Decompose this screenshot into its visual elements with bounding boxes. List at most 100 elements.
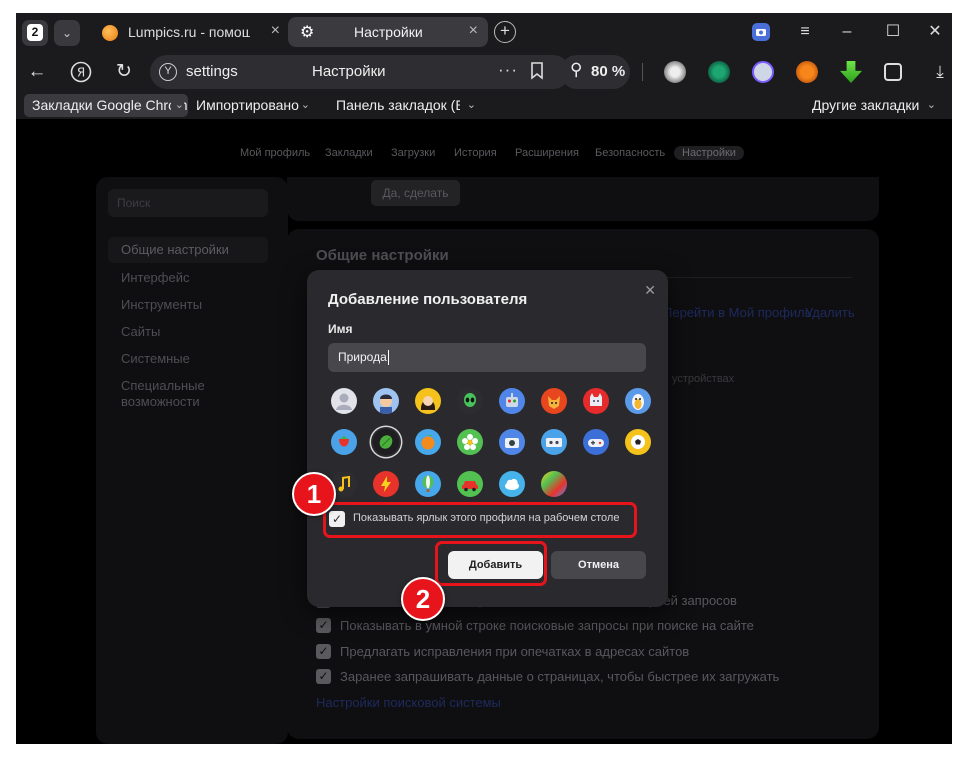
bookmark-folder-edge[interactable]: Панель закладок (Edge)⌄ (328, 94, 480, 117)
name-input[interactable]: Природа (328, 343, 646, 372)
download-helper-arrow-icon[interactable] (840, 61, 862, 83)
metamask-fox-icon[interactable] (796, 61, 818, 83)
alien-icon[interactable] (457, 388, 483, 414)
bookmark-label: Другие закладки (812, 97, 920, 113)
fox-icon[interactable] (541, 388, 567, 414)
bookmark-label: Импортировано (196, 97, 299, 113)
cassette-icon[interactable] (541, 429, 567, 455)
settings-search-input[interactable]: Поиск (108, 189, 268, 217)
yandex-y-icon: Y (159, 63, 177, 81)
extension-hourglass-icon[interactable] (752, 61, 774, 83)
checkbox-checked-icon[interactable]: ✓ (316, 644, 331, 659)
step-marker-2: 2 (401, 577, 445, 621)
name-label: Имя (328, 322, 353, 336)
boy-icon[interactable] (373, 388, 399, 414)
extension-green-sphere-icon[interactable] (708, 61, 730, 83)
orange-favicon-icon (102, 25, 118, 41)
downloads-icon[interactable]: ⤓ (926, 59, 952, 85)
bookmark-icon[interactable] (530, 62, 544, 80)
make-default-button[interactable]: Да, сделать (371, 180, 460, 206)
nav-settings[interactable]: Настройки (674, 146, 744, 160)
name-input-value: Природа (338, 350, 387, 364)
minimize-icon[interactable]: – (834, 20, 860, 44)
tab-settings[interactable]: ⚙ Настройки × (288, 17, 488, 47)
back-arrow-icon[interactable]: ← (23, 59, 51, 85)
nav-bookmarks[interactable]: Закладки (325, 147, 373, 159)
sidebar-item-general[interactable]: Общие настройки (108, 237, 268, 263)
tab-list-chevron-icon[interactable]: ⌄ (54, 20, 80, 46)
step-marker-1: 1 (292, 472, 336, 516)
tab-close-icon[interactable]: × (271, 22, 280, 40)
girl-icon[interactable] (415, 388, 441, 414)
user-silhouette-icon[interactable] (331, 388, 357, 414)
checkbox-checked-icon[interactable]: ✓ (316, 669, 331, 684)
settings-sidebar: Поиск Общие настройки Интерфейс Инструме… (96, 177, 288, 744)
close-window-icon[interactable]: ✕ (922, 20, 948, 44)
strawberry-icon[interactable] (331, 429, 357, 455)
menu-icon[interactable]: ≡ (792, 20, 818, 44)
yandex-logo-icon[interactable]: Я (67, 59, 95, 85)
lightning-icon[interactable] (373, 471, 399, 497)
sidebar-item-tools[interactable]: Инструменты (108, 297, 268, 313)
nav-my-profile[interactable]: Мой профиль (240, 147, 310, 159)
tab-close-icon[interactable]: × (469, 22, 478, 40)
robot-icon[interactable] (499, 388, 525, 414)
nav-extensions[interactable]: Расширения (515, 147, 579, 159)
extension-aperture-icon[interactable] (664, 61, 686, 83)
leaf-icon[interactable] (373, 429, 399, 455)
flower-icon[interactable] (457, 429, 483, 455)
bookmark-folder-imported[interactable]: Импортировано ⌄ (188, 94, 318, 117)
new-tab-plus-icon[interactable]: + (494, 21, 516, 43)
checkbox-checked-icon[interactable]: ✓ (316, 618, 331, 633)
sidebar-item-system[interactable]: Системные (108, 351, 268, 367)
option-label: Заранее запрашивать данные о страницах, … (340, 669, 780, 684)
sidebar-item-interface[interactable]: Интерфейс (108, 270, 268, 286)
option-label: Предлагать исправления при опечатках в а… (340, 644, 690, 659)
zoom-indicator[interactable]: ⚲ 80 % (560, 55, 630, 89)
bookmark-label: Панель закладок (Edge) (336, 97, 460, 113)
penguin-icon[interactable] (625, 388, 651, 414)
orange-fruit-icon[interactable] (415, 429, 441, 455)
address-page-title: Настройки (312, 63, 386, 80)
close-icon[interactable]: ✕ (644, 282, 656, 299)
magnifier-icon: ⚲ (570, 60, 583, 79)
go-to-profile-link[interactable]: Перейти в Мой профиль (663, 305, 812, 320)
tab-count-button[interactable]: 2 (22, 20, 48, 46)
soccer-ball-icon[interactable] (625, 429, 651, 455)
nav-security[interactable]: Безопасность (595, 147, 665, 159)
gradient-icon[interactable] (541, 471, 567, 497)
sidebar-item-sites[interactable]: Сайты (108, 324, 268, 340)
reload-icon[interactable]: ↻ (110, 59, 138, 85)
cancel-button[interactable]: Отмена (551, 551, 646, 579)
cat-icon[interactable] (583, 388, 609, 414)
screenshot-camera-icon[interactable] (748, 20, 774, 44)
bookmark-folder-google-chrome[interactable]: Закладки Google Chrome ⌄ (24, 94, 188, 117)
extensions-puzzle-icon[interactable] (884, 63, 902, 81)
gamepad-icon[interactable] (583, 429, 609, 455)
address-url: settings (186, 63, 238, 80)
default-browser-card: Да, сделать (287, 177, 879, 221)
nav-downloads[interactable]: Загрузки (391, 147, 435, 159)
hot-air-balloon-icon[interactable] (415, 471, 441, 497)
delete-profile-link[interactable]: Удалить (805, 305, 855, 320)
car-icon[interactable] (457, 471, 483, 497)
search-engine-settings-link[interactable]: Настройки поисковой системы (316, 695, 501, 710)
address-bar[interactable]: Y settings Настройки ··· (150, 55, 570, 89)
nav-history[interactable]: История (454, 147, 497, 159)
tab-count: 2 (27, 24, 43, 41)
more-dots-icon[interactable]: ··· (498, 60, 518, 80)
cloud-icon[interactable] (499, 471, 525, 497)
tab-strip: 2 ⌄ Lumpics.ru - помощь с компьютером × … (16, 13, 952, 51)
other-bookmarks[interactable]: Другие закладки ⌄ (804, 94, 944, 117)
sidebar-item-accessibility[interactable]: Специальные возможности (108, 378, 218, 410)
tab-title: Lumpics.ru - помощь с компьютером (128, 24, 250, 40)
svg-text:Я: Я (77, 66, 85, 80)
highlight-add-button-frame (435, 541, 547, 586)
browser-window: 2 ⌄ Lumpics.ru - помощь с компьютером × … (16, 13, 952, 744)
maximize-icon[interactable]: ☐ (880, 20, 906, 44)
sync-devices-text: устройствах (672, 373, 735, 385)
camera-icon[interactable] (499, 429, 525, 455)
chevron-down-icon: ⌄ (462, 94, 476, 117)
tab-lumpics[interactable]: Lumpics.ru - помощь с компьютером × (90, 17, 290, 47)
chevron-down-icon: ⌄ (170, 94, 184, 117)
